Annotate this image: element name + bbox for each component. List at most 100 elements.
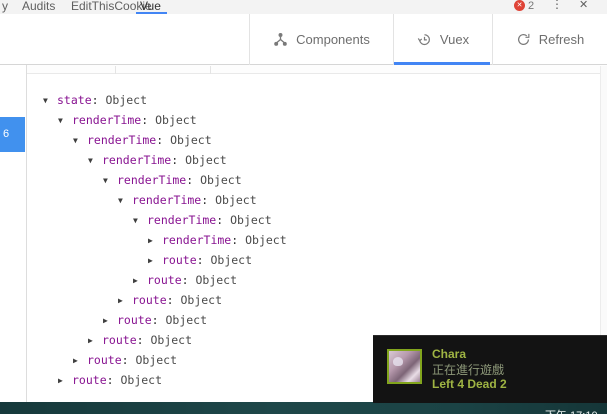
subheader-divider xyxy=(210,66,211,74)
refresh-button-label: Refresh xyxy=(538,32,585,47)
expand-triangle-icon[interactable]: ▶ xyxy=(88,331,102,351)
expand-triangle-icon[interactable]: ▶ xyxy=(118,291,132,311)
collapse-triangle-icon[interactable]: ▼ xyxy=(43,91,57,111)
tree-key: renderTime xyxy=(102,153,172,167)
refresh-icon xyxy=(516,32,531,47)
history-icon xyxy=(417,32,432,47)
tree-row[interactable]: ▼ renderTime: Object xyxy=(27,170,600,190)
tab-partial[interactable]: y xyxy=(2,0,8,14)
tree-colon: : xyxy=(121,353,136,367)
collapse-triangle-icon[interactable]: ▼ xyxy=(133,211,147,231)
devtools-tabbar: y Audits EditThisCookie Vue ✕ 2 ⋮ ✕ xyxy=(0,0,607,15)
collapse-triangle-icon[interactable]: ▼ xyxy=(118,191,132,211)
tree-key: route xyxy=(117,313,152,327)
tree-value: Object xyxy=(135,353,178,367)
tree-key: route xyxy=(147,273,182,287)
panel-subheader xyxy=(27,65,607,74)
refresh-button[interactable]: Refresh xyxy=(493,14,607,65)
tree-value: Object xyxy=(170,133,212,147)
expand-triangle-icon[interactable]: ▶ xyxy=(73,351,87,371)
tree-value: Object xyxy=(105,93,148,107)
tree-row[interactable]: ▶ route: Object xyxy=(27,250,600,270)
components-icon xyxy=(273,32,288,47)
expand-triangle-icon[interactable]: ▶ xyxy=(58,371,72,391)
tree-key: route xyxy=(87,353,122,367)
tree-colon: : xyxy=(196,253,211,267)
close-icon[interactable]: ✕ xyxy=(579,0,588,11)
tree-value: Object xyxy=(185,153,227,167)
tree-colon: : xyxy=(156,133,171,147)
tree-row[interactable]: ▶ route: Object xyxy=(27,310,600,330)
tree-value: Object xyxy=(150,333,193,347)
devtools-window: y Audits EditThisCookie Vue ✕ 2 ⋮ ✕ Comp… xyxy=(0,0,607,414)
tree-value: Object xyxy=(215,193,257,207)
taskbar[interactable]: 下午 17:10 xyxy=(0,402,607,414)
tree-key: renderTime xyxy=(117,173,187,187)
tree-key: renderTime xyxy=(132,193,202,207)
tree-row[interactable]: ▼ renderTime: Object xyxy=(27,210,600,230)
tree-colon: : xyxy=(91,93,106,107)
taskbar-clock: 下午 17:10 xyxy=(545,407,598,414)
tree-key: renderTime xyxy=(147,213,217,227)
tree-colon: : xyxy=(106,373,121,387)
tree-value: Object xyxy=(195,273,238,287)
tree-row[interactable]: ▼ renderTime: Object xyxy=(27,150,600,170)
tree-key: route xyxy=(102,333,137,347)
expand-triangle-icon[interactable]: ▶ xyxy=(148,251,162,271)
tree-colon: : xyxy=(181,273,196,287)
tree-row[interactable]: ▼ renderTime: Object xyxy=(27,110,600,130)
tree-colon: : xyxy=(201,193,216,207)
tree-colon: : xyxy=(186,173,201,187)
vuex-tab-label: Vuex xyxy=(439,32,470,47)
tree-row[interactable]: ▶ route: Object xyxy=(27,270,600,290)
tree-colon: : xyxy=(231,233,246,247)
tree-key: route xyxy=(132,293,167,307)
tree-key: state xyxy=(57,93,92,107)
expand-triangle-icon[interactable]: ▶ xyxy=(133,271,147,291)
components-tab-label: Components xyxy=(296,32,370,47)
tree-key: route xyxy=(162,253,197,267)
steam-game-name: Left 4 Dead 2 xyxy=(432,377,507,391)
more-menu-icon[interactable]: ⋮ xyxy=(551,0,563,11)
subheader-divider xyxy=(115,66,116,74)
tree-colon: : xyxy=(151,313,166,327)
tree-row[interactable]: ▶ route: Object xyxy=(27,290,600,310)
error-badge-icon[interactable]: ✕ xyxy=(514,0,525,11)
collapse-triangle-icon[interactable]: ▼ xyxy=(103,171,117,191)
tree-colon: : xyxy=(141,113,156,127)
tree-row[interactable]: ▼ renderTime: Object xyxy=(27,190,600,210)
tree-value: Object xyxy=(120,373,163,387)
vuex-tab-button[interactable]: Vuex xyxy=(394,14,492,65)
tree-colon: : xyxy=(166,293,181,307)
tree-value: Object xyxy=(210,253,253,267)
tree-value: Object xyxy=(245,233,287,247)
collapse-triangle-icon[interactable]: ▼ xyxy=(73,131,87,151)
vuex-history-rail xyxy=(0,65,26,402)
tree-colon: : xyxy=(136,333,151,347)
expand-triangle-icon[interactable]: ▶ xyxy=(103,311,117,331)
collapse-triangle-icon[interactable]: ▼ xyxy=(88,151,102,171)
tree-value: Object xyxy=(230,213,272,227)
tree-colon: : xyxy=(171,153,186,167)
tree-key: route xyxy=(72,373,107,387)
steam-friend-name: Chara xyxy=(432,347,467,361)
tree-value: Object xyxy=(180,293,223,307)
tab-audits[interactable]: Audits xyxy=(22,0,55,14)
avatar xyxy=(387,349,422,384)
steam-status-text: 正在進行遊戲 xyxy=(432,363,505,377)
tree-colon: : xyxy=(216,213,231,227)
tree-row[interactable]: ▼ renderTime: Object xyxy=(27,130,600,150)
steam-notification[interactable]: Chara 正在進行遊戲 Left 4 Dead 2 xyxy=(373,335,607,403)
error-count[interactable]: 2 xyxy=(528,0,534,13)
tree-row[interactable]: ▶ renderTime: Object xyxy=(27,230,600,250)
tree-key: renderTime xyxy=(162,233,232,247)
tree-value: Object xyxy=(155,113,197,127)
tree-key: renderTime xyxy=(87,133,157,147)
tree-value: Object xyxy=(200,173,242,187)
tree-key: renderTime xyxy=(72,113,142,127)
collapse-triangle-icon[interactable]: ▼ xyxy=(58,111,72,131)
tree-row[interactable]: ▼ state: Object xyxy=(27,90,600,110)
components-tab-button[interactable]: Components xyxy=(250,14,393,65)
expand-triangle-icon[interactable]: ▶ xyxy=(148,231,162,251)
mutation-count-badge[interactable]: 6 xyxy=(0,117,25,152)
